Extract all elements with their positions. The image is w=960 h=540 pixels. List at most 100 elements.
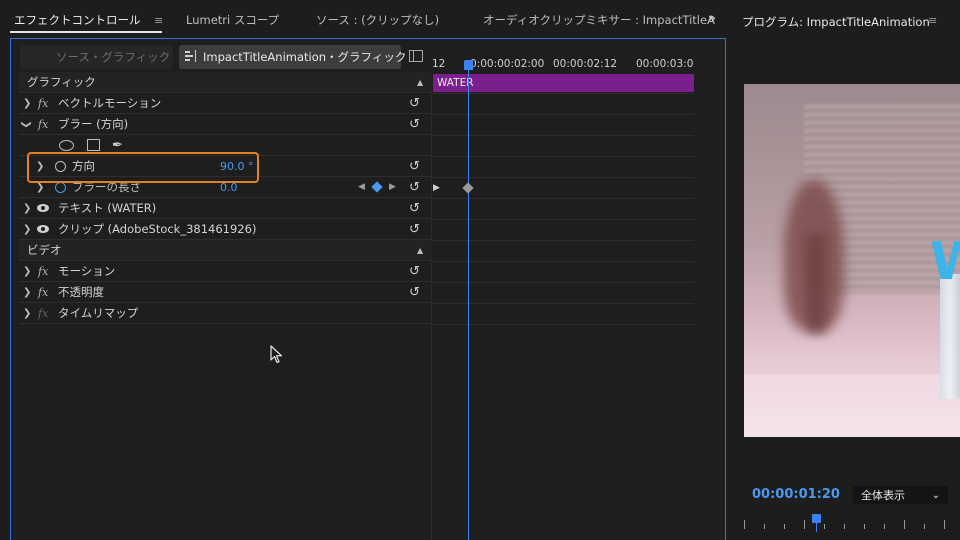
- chevron-right-icon[interactable]: ❯: [23, 308, 31, 319]
- fit-select-value: 全体表示: [861, 489, 905, 502]
- ruler-label: 12: [432, 58, 446, 70]
- fit-select[interactable]: 全体表示 ⌄: [853, 486, 948, 504]
- glass-object: [940, 274, 960, 399]
- rectangle-mask-icon[interactable]: [87, 139, 100, 151]
- reset-icon[interactable]: ↺: [409, 222, 420, 237]
- prev-keyframe-icon[interactable]: ◀: [358, 182, 365, 192]
- keyframe-arrow-icon: ▶: [433, 183, 440, 193]
- ruler-tick: [784, 524, 785, 529]
- ruler-tick: [904, 520, 905, 529]
- chevron-right-icon[interactable]: ❯: [23, 203, 31, 214]
- tab-lumetri-scopes[interactable]: Lumetri スコープ: [186, 12, 279, 28]
- chevron-right-icon[interactable]: ❯: [23, 224, 31, 235]
- track-divider: [432, 324, 694, 325]
- ruler-tick: [744, 520, 745, 529]
- tab-effect-controls[interactable]: エフェクトコントロール: [14, 12, 141, 28]
- ruler-tick: [804, 520, 805, 529]
- ruler-tick: [864, 524, 865, 529]
- effect-row-vector-motion[interactable]: ❯ fx ベクトルモーション ↺: [19, 93, 432, 114]
- eye-icon[interactable]: [37, 225, 49, 233]
- layer-label: テキスト (WATER): [58, 201, 157, 215]
- ruler-tick: [884, 524, 885, 529]
- reset-icon[interactable]: ↺: [409, 285, 420, 300]
- ruler-tick: [844, 524, 845, 529]
- video-section-header[interactable]: ビデオ ▲: [19, 240, 432, 261]
- playhead-timecode[interactable]: 00:00:01:20: [752, 487, 840, 502]
- fx-icon[interactable]: fx: [38, 265, 48, 278]
- sequence-graphic-tab[interactable]: ImpactTitleAnimation・グラフィック: [179, 45, 406, 69]
- eye-icon[interactable]: [37, 204, 49, 212]
- reset-icon[interactable]: ↺: [409, 117, 420, 132]
- fx-icon[interactable]: fx: [38, 97, 48, 110]
- playhead-line[interactable]: [468, 60, 469, 540]
- pen-mask-icon[interactable]: ✒: [112, 138, 123, 153]
- fx-icon[interactable]: fx: [38, 307, 48, 320]
- video-header-label: ビデオ: [27, 243, 62, 257]
- chevron-right-icon[interactable]: ❯: [23, 287, 31, 298]
- panel-toggle-icon[interactable]: [409, 50, 423, 62]
- tab-source[interactable]: ソース : (クリップなし): [316, 12, 439, 28]
- mini-playhead-line: [816, 522, 817, 532]
- stopwatch-active-icon[interactable]: [55, 181, 66, 193]
- next-keyframe-icon[interactable]: ▶: [389, 182, 396, 192]
- effect-label: タイムリマップ: [58, 306, 139, 320]
- chevron-right-icon[interactable]: ❯: [36, 182, 44, 193]
- more-tabs-icon[interactable]: »: [708, 11, 716, 25]
- title-overlay-text: W: [930, 232, 960, 292]
- effect-list: グラフィック ▲ ❯ fx ベクトルモーション ↺ ❯ fx ブラー (方向) …: [19, 72, 432, 540]
- graphic-header-label: グラフィック: [27, 75, 96, 89]
- ruler-tick: [824, 524, 825, 529]
- keyframe-timeline[interactable]: [432, 72, 694, 540]
- effect-row-blur-directional[interactable]: ❯ fx ブラー (方向) ↺: [19, 114, 432, 135]
- effect-row-motion[interactable]: ❯ fx モーション ↺: [19, 261, 432, 282]
- add-keyframe-icon[interactable]: [371, 181, 383, 193]
- playhead-handle[interactable]: [464, 60, 473, 70]
- chevron-down-icon[interactable]: ❯: [21, 120, 32, 128]
- track-divider: [432, 240, 694, 241]
- program-mini-ruler[interactable]: [744, 518, 960, 532]
- direction-highlight-box: [27, 152, 259, 183]
- ruler-tick: [944, 520, 945, 529]
- ruler-label: 0:00:00:02:00: [470, 58, 545, 70]
- effect-label: 不透明度: [58, 285, 104, 299]
- panel-tab-bar: エフェクトコントロール ≡ Lumetri スコープ ソース : (クリップなし…: [0, 0, 730, 42]
- collapse-up-icon[interactable]: ▲: [417, 78, 423, 87]
- chevron-down-icon: ⌄: [931, 489, 940, 501]
- program-monitor-title[interactable]: プログラム: ImpactTitleAnimation: [742, 14, 930, 30]
- plant-stem-blur: [806, 234, 826, 334]
- program-menu-icon[interactable]: ≡: [928, 14, 937, 27]
- effect-label: モーション: [58, 264, 116, 278]
- fx-icon[interactable]: fx: [38, 286, 48, 299]
- track-divider: [432, 219, 694, 220]
- track-divider: [432, 114, 694, 115]
- reset-icon[interactable]: ↺: [409, 201, 420, 216]
- layer-row-clip[interactable]: ❯ クリップ (AdobeStock_381461926) ↺: [19, 219, 432, 240]
- collapse-up-icon[interactable]: ▲: [417, 246, 423, 255]
- reset-icon[interactable]: ↺: [409, 264, 420, 279]
- track-divider: [432, 303, 694, 304]
- effect-row-time-remap[interactable]: ❯ fx タイムリマップ: [19, 303, 432, 324]
- graphic-section-header[interactable]: グラフィック ▲: [19, 72, 432, 93]
- graphic-clip-bar[interactable]: WATER: [433, 74, 694, 92]
- table-surface: [744, 374, 960, 437]
- panel-menu-icon[interactable]: ≡: [154, 14, 163, 27]
- tab-audio-clip-mixer[interactable]: オーディオクリップミキサー : ImpactTitleA: [483, 12, 715, 28]
- effect-row-opacity[interactable]: ❯ fx 不透明度 ↺: [19, 282, 432, 303]
- reset-icon[interactable]: ↺: [409, 96, 420, 111]
- ellipse-mask-icon[interactable]: [59, 139, 74, 151]
- reset-icon[interactable]: ↺: [409, 159, 420, 174]
- source-graphic-tab[interactable]: ソース・グラフィック: [20, 45, 173, 69]
- fx-icon[interactable]: fx: [38, 118, 48, 131]
- program-video-frame[interactable]: W: [744, 84, 960, 437]
- effect-label: ベクトルモーション: [58, 96, 162, 110]
- track-divider: [432, 135, 694, 136]
- chevron-right-icon[interactable]: ❯: [23, 266, 31, 277]
- chevron-right-icon[interactable]: ❯: [23, 98, 31, 109]
- track-divider: [432, 282, 694, 283]
- layer-row-text[interactable]: ❯ テキスト (WATER) ↺: [19, 198, 432, 219]
- track-divider: [432, 156, 694, 157]
- sequence-graphic-label: ImpactTitleAnimation・グラフィック: [203, 50, 407, 64]
- track-divider: [432, 198, 694, 199]
- ruler-label: 00:00:02:12: [553, 58, 618, 70]
- reset-icon[interactable]: ↺: [409, 180, 420, 195]
